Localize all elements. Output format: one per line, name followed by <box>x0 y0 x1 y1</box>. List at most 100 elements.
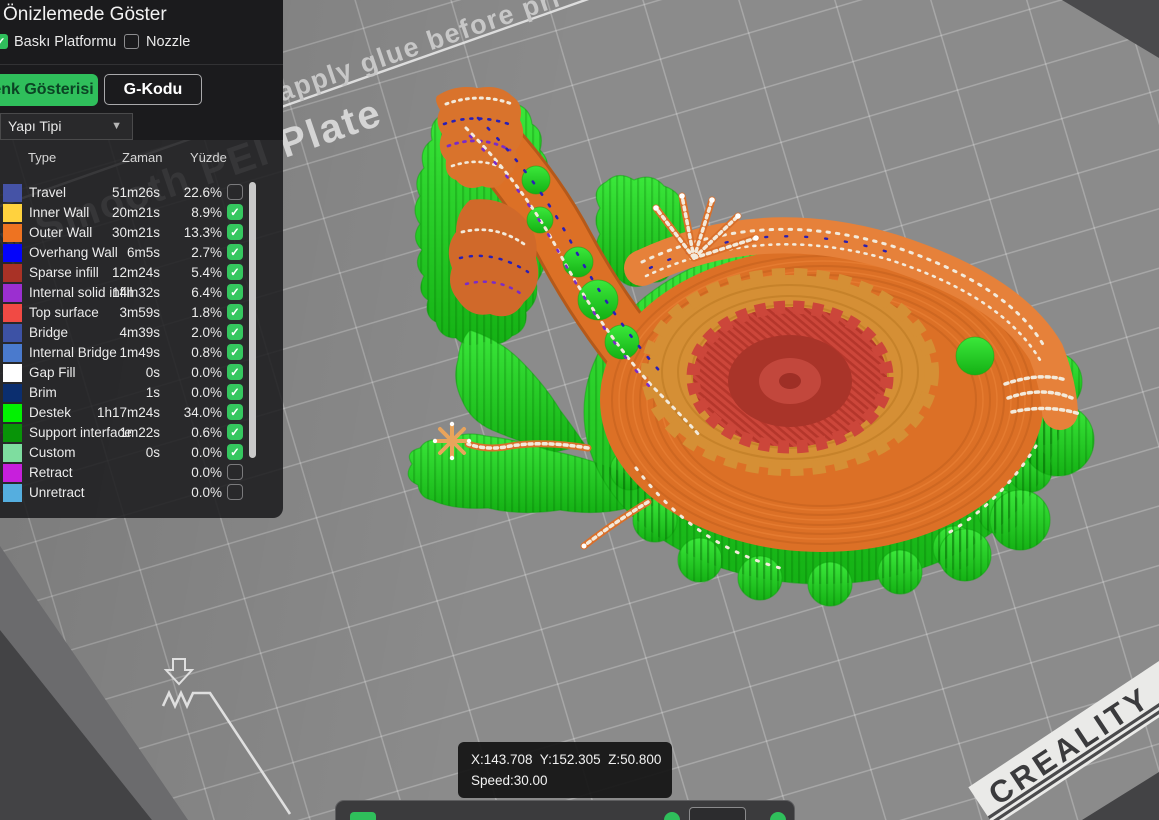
type-label: Inner Wall <box>29 205 90 220</box>
type-color-swatch <box>3 284 22 302</box>
type-visibility-checkbox[interactable] <box>227 224 243 240</box>
type-visibility-checkbox[interactable] <box>227 284 243 300</box>
type-percent: 6.4% <box>191 285 222 300</box>
header-type: Type <box>28 150 57 165</box>
type-percent: 34.0% <box>183 405 222 420</box>
panel-divider <box>0 64 283 65</box>
type-percent: 0.0% <box>191 385 222 400</box>
type-color-swatch <box>3 324 22 342</box>
table-row: Bridge 4m39s 2.0% <box>0 323 283 343</box>
type-time: 20m21s <box>111 205 160 220</box>
type-label: Retract <box>29 465 73 480</box>
type-visibility-checkbox[interactable] <box>227 304 243 320</box>
type-color-swatch <box>3 444 22 462</box>
table-row: Travel 51m26s 22.6% <box>0 183 283 203</box>
type-color-swatch <box>3 184 22 202</box>
layer-slider-bar[interactable] <box>335 800 795 820</box>
type-time: 0s <box>145 365 160 380</box>
type-label: Outer Wall <box>29 225 93 240</box>
view-type-value: Yapı Tipi <box>8 118 62 134</box>
type-label: Top surface <box>29 305 99 320</box>
type-percent: 8.9% <box>191 205 222 220</box>
tab-color-scheme[interactable]: enk Gösterisi <box>0 74 98 106</box>
tooltip-speed-line: Speed:30.00 <box>471 773 548 788</box>
type-visibility-checkbox[interactable] <box>227 204 243 220</box>
type-visibility-checkbox[interactable] <box>227 344 243 360</box>
type-label: Gap Fill <box>29 365 76 380</box>
gcode-model <box>407 87 1095 607</box>
type-time: 1m49s <box>119 345 160 360</box>
tab-gcode[interactable]: G-Kodu <box>104 74 202 105</box>
type-percent: 13.3% <box>183 225 222 240</box>
type-visibility-checkbox[interactable] <box>227 364 243 380</box>
table-scrollbar-thumb[interactable] <box>249 182 256 458</box>
type-color-swatch <box>3 364 22 382</box>
type-color-swatch <box>3 424 22 442</box>
table-row: Internal Bridge 1m49s 0.8% <box>0 343 283 363</box>
type-visibility-checkbox[interactable] <box>227 324 243 340</box>
type-percent: 5.4% <box>191 265 222 280</box>
type-time: 12m24s <box>111 265 160 280</box>
panel-title: Önizlemede Göster <box>3 4 167 25</box>
type-percent: 0.0% <box>191 365 222 380</box>
nozzle-checkbox[interactable] <box>124 34 139 49</box>
type-color-swatch <box>3 384 22 402</box>
type-color-swatch <box>3 464 22 482</box>
type-color-swatch <box>3 204 22 222</box>
type-percent: 22.6% <box>183 185 222 200</box>
type-label: Destek <box>29 405 72 420</box>
left-dot-button[interactable] <box>664 812 680 820</box>
type-visibility-checkbox[interactable] <box>227 464 243 480</box>
type-visibility-checkbox[interactable] <box>227 384 243 400</box>
plate-front-arrow-icon <box>161 658 292 815</box>
type-visibility-checkbox[interactable] <box>227 424 243 440</box>
type-color-swatch <box>3 264 22 282</box>
position-tooltip: X:143.708 Y:152.305 Z:50.800 Speed:30.00 <box>458 742 672 798</box>
slider-chip[interactable] <box>350 812 376 820</box>
type-time: 51m26s <box>111 185 160 200</box>
type-percent: 0.6% <box>191 425 222 440</box>
type-time: 1s <box>145 385 160 400</box>
table-row: Unretract 0.0% <box>0 483 283 503</box>
type-percent: 0.0% <box>191 485 222 500</box>
table-row: Destek 1h17m24s 34.0% <box>0 403 283 423</box>
type-visibility-checkbox[interactable] <box>227 404 243 420</box>
preview-panel-header: Önizlemede Göster Baskı Platformu Nozzle… <box>0 0 283 140</box>
type-time: 6m5s <box>126 245 160 260</box>
slicer-preview-window: please apply glue before pri y Smooth PE… <box>0 0 1159 820</box>
type-time: 1m22s <box>119 425 160 440</box>
type-visibility-checkbox[interactable] <box>227 484 243 500</box>
type-time: 3m59s <box>119 305 160 320</box>
type-label: Travel <box>29 185 67 200</box>
type-color-swatch <box>3 344 22 362</box>
type-visibility-checkbox[interactable] <box>227 184 243 200</box>
feature-type-table: Type Zaman Yüzde Travel 51m26s 22.6% Inn… <box>0 140 283 518</box>
table-row: Retract 0.0% <box>0 463 283 483</box>
layer-value-box[interactable] <box>689 807 746 820</box>
type-visibility-checkbox[interactable] <box>227 244 243 260</box>
table-row: Sparse infill 12m24s 5.4% <box>0 263 283 283</box>
type-table-body: Travel 51m26s 22.6% Inner Wall 20m21s 8.… <box>0 183 283 503</box>
right-dot-button[interactable] <box>770 812 786 820</box>
chevron-down-icon: ▼ <box>111 120 122 132</box>
type-visibility-checkbox[interactable] <box>227 264 243 280</box>
table-row: Overhang Wall 6m5s 2.7% <box>0 243 283 263</box>
build-platform-checkbox[interactable] <box>0 34 8 49</box>
type-visibility-checkbox[interactable] <box>227 444 243 460</box>
table-row: Internal solid infill 14m32s 6.4% <box>0 283 283 303</box>
build-platform-label: Baskı Platformu <box>14 34 117 50</box>
type-percent: 1.8% <box>191 305 222 320</box>
type-color-swatch <box>3 244 22 262</box>
type-color-swatch <box>3 484 22 502</box>
table-row: Outer Wall 30m21s 13.3% <box>0 223 283 243</box>
view-type-dropdown[interactable]: Yapı Tipi ▼ <box>0 113 133 140</box>
type-time: 30m21s <box>111 225 160 240</box>
type-percent: 2.0% <box>191 325 222 340</box>
type-label: Bridge <box>29 325 69 340</box>
type-color-swatch <box>3 404 22 422</box>
type-percent: 0.0% <box>191 445 222 460</box>
type-time: 14m32s <box>111 285 160 300</box>
table-row: Gap Fill 0s 0.0% <box>0 363 283 383</box>
type-percent: 0.8% <box>191 345 222 360</box>
type-time: 0s <box>145 445 160 460</box>
